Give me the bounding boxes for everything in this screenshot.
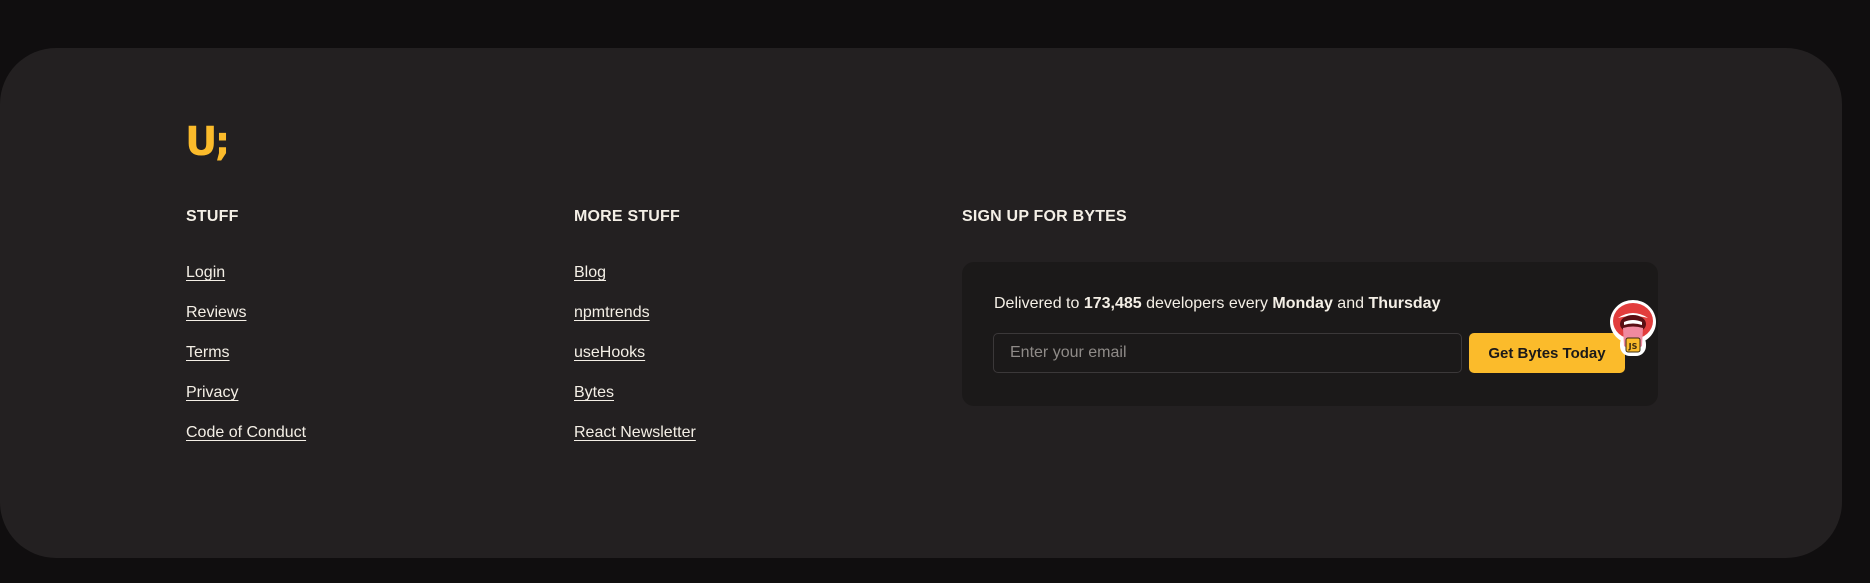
email-input[interactable] <box>993 333 1462 373</box>
more-stuff-column: MORE STUFF Blog npmtrends useHooks Bytes… <box>574 208 696 463</box>
terms-link[interactable]: Terms <box>186 344 230 361</box>
stuff-heading: STUFF <box>186 208 239 225</box>
signup-card: Delivered to 173,485 developers every Mo… <box>962 262 1658 406</box>
get-bytes-button[interactable]: Get Bytes Today <box>1469 333 1625 373</box>
list-item: Login <box>186 263 306 303</box>
list-item: Bytes <box>574 383 696 423</box>
blog-link[interactable]: Blog <box>574 264 606 281</box>
more-stuff-heading: MORE STUFF <box>574 208 680 225</box>
mouth-tongue-sticker-icon: JS <box>1610 300 1656 356</box>
code-of-conduct-link[interactable]: Code of Conduct <box>186 424 306 441</box>
stuff-links: Login Reviews Terms Privacy Code of Cond… <box>186 263 306 463</box>
login-link[interactable]: Login <box>186 264 225 281</box>
reviews-link[interactable]: Reviews <box>186 304 246 321</box>
brand-logo[interactable]: U; <box>185 122 231 162</box>
signup-tagline: Delivered to 173,485 developers every Mo… <box>994 295 1440 313</box>
list-item: Privacy <box>186 383 306 423</box>
npmtrends-link[interactable]: npmtrends <box>574 304 650 321</box>
list-item: useHooks <box>574 343 696 383</box>
list-item: Blog <box>574 263 696 303</box>
subscriber-count: 173,485 <box>1083 295 1142 312</box>
site-footer: U; STUFF Login Reviews Terms Privacy Cod… <box>0 48 1842 558</box>
tagline-and: and <box>1332 295 1369 312</box>
signup-heading: SIGN UP FOR BYTES <box>962 208 1127 225</box>
list-item: Terms <box>186 343 306 383</box>
more-stuff-links: Blog npmtrends useHooks Bytes React News… <box>574 263 696 463</box>
day-one: Monday <box>1272 295 1333 312</box>
signup-column: SIGN UP FOR BYTES <box>962 208 1127 226</box>
bytes-link[interactable]: Bytes <box>574 384 614 401</box>
tagline-prefix: Delivered to <box>994 295 1084 312</box>
list-item: React Newsletter <box>574 423 696 463</box>
usehooks-link[interactable]: useHooks <box>574 344 645 361</box>
day-two: Thursday <box>1368 295 1441 312</box>
list-item: Reviews <box>186 303 306 343</box>
svg-text:JS: JS <box>1628 342 1638 351</box>
list-item: npmtrends <box>574 303 696 343</box>
privacy-link[interactable]: Privacy <box>186 384 238 401</box>
tagline-middle: developers every <box>1141 295 1273 312</box>
stuff-column: STUFF Login Reviews Terms Privacy Code o… <box>186 208 306 463</box>
react-newsletter-link[interactable]: React Newsletter <box>574 424 696 441</box>
list-item: Code of Conduct <box>186 423 306 463</box>
